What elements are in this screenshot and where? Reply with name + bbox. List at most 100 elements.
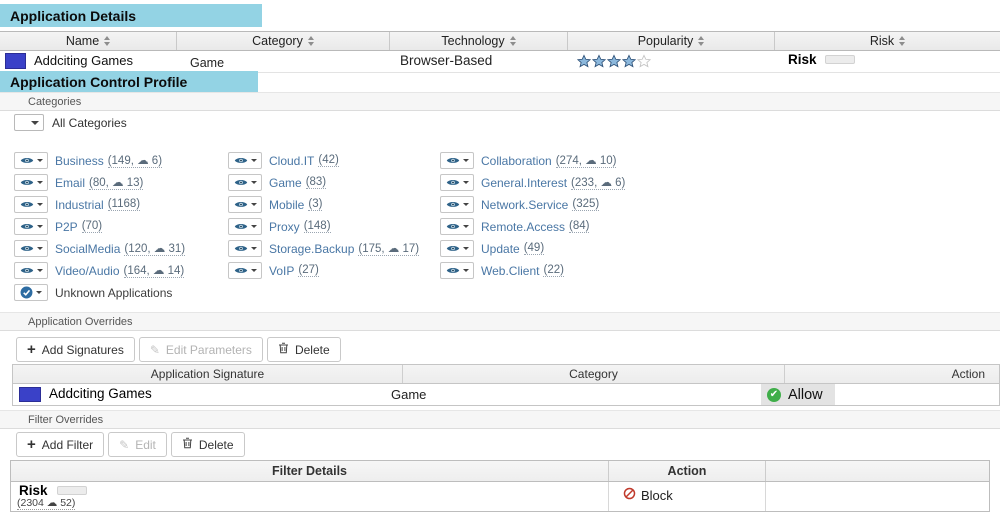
category-link[interactable]: VoIP xyxy=(269,264,294,278)
application-category: Game xyxy=(190,56,224,70)
sort-icon xyxy=(308,36,314,46)
application-overrides-table: Application Signature Category Action Ad… xyxy=(12,364,1000,406)
category-link[interactable]: Unknown Applications xyxy=(55,286,172,300)
check-dropdown-button[interactable] xyxy=(14,284,48,301)
category-link[interactable]: Proxy xyxy=(269,220,300,234)
edit-filter-button[interactable]: ✎ Edit xyxy=(108,432,167,457)
eye-dropdown-button[interactable] xyxy=(440,240,474,257)
category-link[interactable]: Update xyxy=(481,242,520,256)
eye-dropdown-button[interactable] xyxy=(440,218,474,235)
edit-parameters-button[interactable]: ✎ Edit Parameters xyxy=(139,337,263,362)
eye-dropdown-button[interactable] xyxy=(440,196,474,213)
application-details-title: Application Details xyxy=(10,8,136,24)
filter-override-row[interactable]: Risk (2304 ☁ 52) Block xyxy=(11,482,989,511)
eye-icon xyxy=(446,178,460,187)
plus-icon: + xyxy=(27,342,36,357)
delete-signatures-button[interactable]: Delete xyxy=(267,337,341,362)
category-link[interactable]: Remote.Access xyxy=(481,220,565,234)
allow-action-badge: ✔ Allow xyxy=(761,384,835,405)
eye-dropdown-button[interactable] xyxy=(14,218,48,235)
eye-dropdown-button[interactable] xyxy=(440,174,474,191)
column-header-popularity[interactable]: Popularity xyxy=(568,32,775,50)
all-categories-control: All Categories xyxy=(14,114,127,131)
star-icon xyxy=(592,54,606,73)
category-link[interactable]: SocialMedia xyxy=(55,242,120,256)
eye-dropdown-button[interactable] xyxy=(14,196,48,213)
application-overrides-table-header: Application Signature Category Action xyxy=(13,365,999,384)
add-signatures-button[interactable]: + Add Signatures xyxy=(16,337,135,362)
category-link[interactable]: Cloud.IT xyxy=(269,154,314,168)
eye-icon xyxy=(20,266,34,275)
eye-dropdown-button[interactable] xyxy=(14,152,48,169)
category-counts: (148) xyxy=(304,220,331,233)
category-link[interactable]: Web.Client xyxy=(481,264,539,278)
risk-indicator: Risk xyxy=(788,52,855,67)
eye-icon xyxy=(234,200,248,209)
category-grid: Business(149, ☁ 6)Cloud.IT(42)Collaborat… xyxy=(14,152,625,301)
category-counts: (1168) xyxy=(108,198,140,211)
application-override-row[interactable]: Addciting Games Game ✔ Allow xyxy=(13,384,999,405)
category-link[interactable]: Network.Service xyxy=(481,198,568,212)
category-link[interactable]: Storage.Backup xyxy=(269,242,354,256)
application-technology: Browser-Based xyxy=(400,53,492,68)
category-link[interactable]: Email xyxy=(55,176,85,190)
caret-down-icon xyxy=(37,225,43,228)
eye-dropdown-button[interactable] xyxy=(228,262,262,279)
column-header-category[interactable]: Category xyxy=(177,32,390,50)
category-link[interactable]: Business xyxy=(55,154,104,168)
category-item-storage-backup: Storage.Backup(175, ☁ 17) xyxy=(228,240,440,257)
eye-dropdown-button[interactable] xyxy=(14,262,48,279)
application-control-profile-header: Application Control Profile xyxy=(0,71,258,92)
add-filter-button[interactable]: + Add Filter xyxy=(16,432,104,457)
caret-down-icon xyxy=(251,159,257,162)
category-item-business: Business(149, ☁ 6) xyxy=(14,152,228,169)
eye-icon xyxy=(234,178,248,187)
caret-down-icon xyxy=(37,159,43,162)
category-counts: (233, ☁ 6) xyxy=(571,175,625,190)
block-icon xyxy=(623,487,636,503)
category-item-proxy: Proxy (148) xyxy=(228,218,440,235)
all-categories-dropdown[interactable] xyxy=(14,114,44,131)
category-link[interactable]: Video/Audio xyxy=(55,264,120,278)
eye-dropdown-button[interactable] xyxy=(228,174,262,191)
category-counts: (274, ☁ 10) xyxy=(556,153,617,168)
category-link[interactable]: Collaboration xyxy=(481,154,552,168)
application-control-page: Application Details Name Category Techno… xyxy=(0,0,1000,515)
category-counts: (84) xyxy=(569,220,589,233)
caret-down-icon xyxy=(463,203,469,206)
details-table-row[interactable]: Addciting Games Game Browser-Based Risk xyxy=(0,51,1000,73)
caret-down-icon xyxy=(31,121,39,125)
application-name: Addciting Games xyxy=(34,53,133,68)
column-header-filter-details: Filter Details xyxy=(11,461,609,481)
caret-down-icon xyxy=(251,247,257,250)
signature-color-square xyxy=(5,53,26,69)
eye-dropdown-button[interactable] xyxy=(228,196,262,213)
caret-down-icon xyxy=(251,269,257,272)
caret-down-icon xyxy=(37,269,43,272)
caret-down-icon xyxy=(463,181,469,184)
category-counts: (22) xyxy=(543,264,563,277)
column-header-technology[interactable]: Technology xyxy=(390,32,568,50)
category-link[interactable]: Industrial xyxy=(55,198,104,212)
eye-dropdown-button[interactable] xyxy=(228,240,262,257)
category-link[interactable]: General.Interest xyxy=(481,176,567,190)
all-categories-label: All Categories xyxy=(52,116,127,130)
eye-dropdown-button[interactable] xyxy=(228,152,262,169)
eye-dropdown-button[interactable] xyxy=(14,174,48,191)
column-header-name[interactable]: Name xyxy=(0,32,177,50)
caret-down-icon xyxy=(251,181,257,184)
check-circle-icon xyxy=(20,286,33,299)
eye-dropdown-button[interactable] xyxy=(14,240,48,257)
category-link[interactable]: Mobile xyxy=(269,198,304,212)
category-link[interactable]: Game xyxy=(269,176,302,190)
column-header-risk[interactable]: Risk xyxy=(775,32,1000,50)
category-item-game: Game(83) xyxy=(228,174,440,191)
eye-dropdown-button[interactable] xyxy=(440,152,474,169)
eye-dropdown-button[interactable] xyxy=(440,262,474,279)
filter-overrides-toolbar: + Add Filter ✎ Edit Delete xyxy=(16,432,249,457)
filter-risk-bar xyxy=(57,486,87,495)
sort-icon xyxy=(510,36,516,46)
delete-filter-button[interactable]: Delete xyxy=(171,432,245,457)
category-link[interactable]: P2P xyxy=(55,220,78,234)
eye-dropdown-button[interactable] xyxy=(228,218,262,235)
